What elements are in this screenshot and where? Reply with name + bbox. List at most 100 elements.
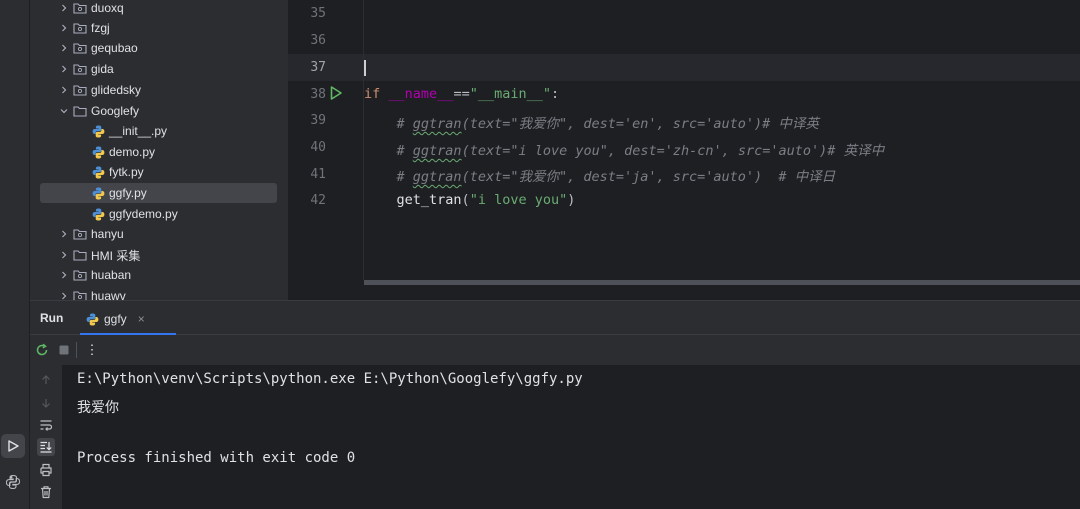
comment-fn: ggtran (412, 169, 462, 185)
string-main: "__main__" (469, 86, 551, 102)
gutter-run-button[interactable] (328, 85, 344, 106)
tree-item-label: ggfy.py (109, 186, 147, 200)
trash-icon (41, 486, 51, 499)
tree-folder-hmi[interactable]: HMI 采集 (40, 245, 277, 265)
tree-item-label: demo.py (109, 145, 156, 159)
more-actions-button[interactable]: ⋮ (84, 342, 100, 358)
clear-all-button[interactable] (37, 483, 55, 501)
folder-icon (72, 40, 88, 56)
run-tab-ggfy[interactable]: ggfy × (80, 307, 151, 331)
tree-folder-gida[interactable]: gida (40, 59, 277, 79)
tree-folder-googlefy[interactable]: Googlefy (40, 101, 277, 121)
tree-item-label: ggfydemo.py (109, 207, 178, 221)
line-number: 41 (310, 167, 326, 182)
run-icon (330, 86, 342, 100)
run-tool-window-button[interactable] (1, 434, 25, 458)
tree-item-label: huawv (91, 289, 126, 300)
tree-folder-glidedsky[interactable]: glidedsky (40, 80, 277, 100)
line-number: 38 (310, 87, 326, 102)
tree-item-label: fzgj (91, 21, 110, 35)
chevron-right-icon[interactable] (56, 82, 72, 98)
tree-item-label: Googlefy (91, 104, 140, 118)
current-line-highlight (288, 54, 1080, 81)
folder-icon (72, 247, 88, 263)
code-line-41: # ggtran(text="我爱你", dest='ja', src='aut… (364, 165, 836, 185)
comment-rest: (text="i love you", dest='zh-cn', src='a… (461, 143, 885, 159)
tree-file-demo[interactable]: demo.py (40, 142, 277, 162)
paren-open: ( (461, 192, 470, 208)
console-command-line: E:\Python\venv\Scripts\python.exe E:\Pyt… (77, 371, 583, 387)
scroll-to-end-icon (40, 441, 52, 453)
run-panel-header: Run ggfy × (30, 301, 1080, 335)
function-call: get_tran (396, 192, 462, 208)
run-tab-label: ggfy (104, 312, 127, 326)
comment-hash: # (396, 169, 413, 185)
code-editor[interactable]: 35 36 37 38 39 40 41 42 if __name__=="__… (288, 0, 1080, 280)
code-line-37 (364, 60, 366, 77)
chevron-right-icon[interactable] (56, 288, 72, 300)
keyword-if: if (364, 86, 381, 102)
python-file-icon (90, 123, 106, 139)
scroll-down-button[interactable] (37, 394, 55, 412)
code-line-39: # ggtran(text="我爱你", dest='en', src='aut… (364, 112, 819, 132)
scroll-to-end-button[interactable] (37, 438, 55, 456)
comment-fn: ggtran (412, 143, 462, 159)
tree-item-label: fytk.py (109, 165, 144, 179)
tree-folder-duoxq[interactable]: duoxq (40, 0, 277, 18)
run-panel-title: Run (40, 311, 64, 325)
code-line-40: # ggtran(text="i love you", dest='zh-cn'… (364, 139, 885, 159)
editor-horizontal-scrollbar[interactable] (288, 280, 1080, 300)
rerun-button[interactable] (34, 342, 50, 358)
tree-folder-huawv[interactable]: huawv (40, 286, 277, 300)
python-file-icon (90, 206, 106, 222)
python-console-icon (5, 474, 21, 490)
comment-rest: (text="我爱你", dest='en', src='auto')# 中译英 (461, 116, 819, 132)
tree-file-ggfy[interactable]: ggfy.py (40, 183, 277, 203)
close-icon[interactable]: × (138, 312, 145, 326)
tree-folder-hanyu[interactable]: hanyu (40, 224, 277, 244)
stop-button[interactable] (56, 342, 72, 358)
tree-folder-gequbao[interactable]: gequbao (40, 38, 277, 58)
print-button[interactable] (37, 461, 55, 479)
python-console-button[interactable] (1, 470, 25, 494)
chevron-right-icon[interactable] (56, 40, 72, 56)
python-file-icon (90, 144, 106, 160)
scrollbar-thumb[interactable] (364, 280, 1080, 285)
folder-icon (72, 82, 88, 98)
scroll-up-button[interactable] (37, 371, 55, 389)
string-arg: "i love you" (469, 192, 568, 208)
chevron-right-icon[interactable] (56, 61, 72, 77)
line-number-current: 37 (310, 60, 326, 75)
folder-icon (72, 0, 88, 16)
tree-item-label: gequbao (91, 41, 138, 55)
folder-icon (72, 103, 88, 119)
tree-folder-fzgj[interactable]: fzgj (40, 18, 277, 38)
console-output[interactable]: E:\Python\venv\Scripts\python.exe E:\Pyt… (62, 365, 1080, 509)
stop-icon (59, 345, 69, 355)
tree-item-label: HMI 采集 (91, 248, 141, 263)
python-file-icon (86, 313, 99, 325)
chevron-right-icon[interactable] (56, 226, 72, 242)
tree-folder-huaban[interactable]: huaban (40, 265, 277, 285)
toolbar-separator (76, 342, 77, 358)
chevron-right-icon[interactable] (56, 20, 72, 36)
tree-file-ggfydemo[interactable]: ggfydemo.py (40, 204, 277, 224)
arrow-up-icon (42, 375, 50, 384)
tree-file-init[interactable]: __init__.py (40, 121, 277, 141)
text-caret (364, 60, 366, 76)
tree-file-fytk[interactable]: fytk.py (40, 162, 277, 182)
tree-item-label: glidedsky (91, 83, 142, 97)
comment-fn: ggtran (412, 116, 462, 132)
chevron-right-icon[interactable] (56, 267, 72, 283)
chevron-down-icon[interactable] (56, 103, 72, 119)
run-toolbar: ⋮ (30, 335, 1080, 365)
soft-wrap-button[interactable] (37, 416, 55, 434)
run-icon (8, 440, 19, 452)
tree-item-label: __init__.py (109, 124, 168, 138)
chevron-right-icon[interactable] (56, 247, 72, 263)
tree-item-label: hanyu (91, 227, 124, 241)
chevron-right-icon[interactable] (56, 0, 72, 16)
project-tree-panel: duoxq fzgj gequbao gida glidedsky Google… (30, 0, 288, 300)
folder-icon (72, 20, 88, 36)
paren-close: ) (567, 192, 576, 208)
